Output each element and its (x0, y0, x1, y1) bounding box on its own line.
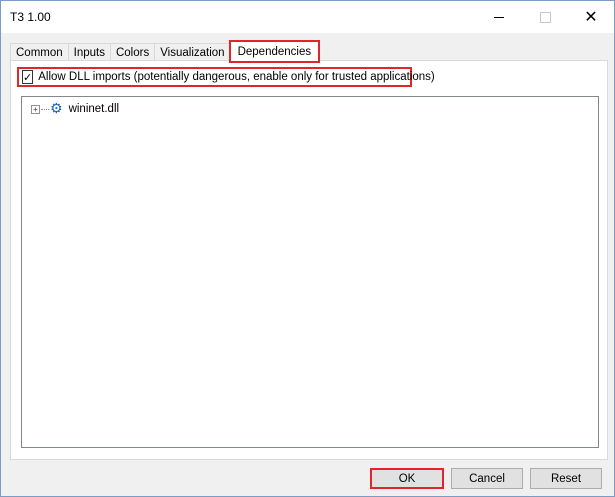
allow-dll-checkbox[interactable]: ✓ (22, 70, 34, 84)
tree-item-label[interactable]: wininet.dll (69, 103, 120, 115)
close-button[interactable]: ✕ (568, 1, 614, 33)
window-title: T3 1.00 (10, 10, 51, 24)
minimize-icon (494, 16, 504, 18)
allow-dll-row[interactable]: ✓ Allow DLL imports (potentially dangero… (17, 67, 435, 87)
allow-dll-label[interactable]: Allow DLL imports (potentially dangerous… (38, 71, 435, 83)
checkmark-icon: ✓ (23, 70, 33, 84)
tree-item-wininet[interactable]: + ⚙ wininet.dll (31, 101, 119, 117)
cancel-button[interactable]: Cancel (451, 468, 523, 489)
tab-dependencies[interactable]: Dependencies (228, 40, 321, 63)
close-icon: ✕ (584, 7, 598, 26)
expand-plus-icon[interactable]: + (31, 104, 40, 114)
dependencies-panel: ✓ Allow DLL imports (potentially dangero… (10, 60, 608, 460)
tab-strip: Common Inputs Colors Visualization Depen… (10, 40, 321, 63)
title-bar[interactable]: T3 1.00 ✕ (1, 1, 614, 33)
ok-button[interactable]: OK (370, 468, 444, 489)
dependency-tree[interactable]: + ⚙ wininet.dll (21, 96, 599, 448)
reset-button[interactable]: Reset (530, 468, 602, 489)
tree-connector (41, 108, 49, 110)
gear-icon: ⚙ (50, 101, 63, 117)
maximize-icon (539, 11, 551, 23)
minimize-button[interactable] (476, 1, 522, 33)
maximize-button (522, 1, 568, 33)
dialog-window: T3 1.00 ✕ Common Inputs Colors Visualiza… (0, 0, 615, 497)
